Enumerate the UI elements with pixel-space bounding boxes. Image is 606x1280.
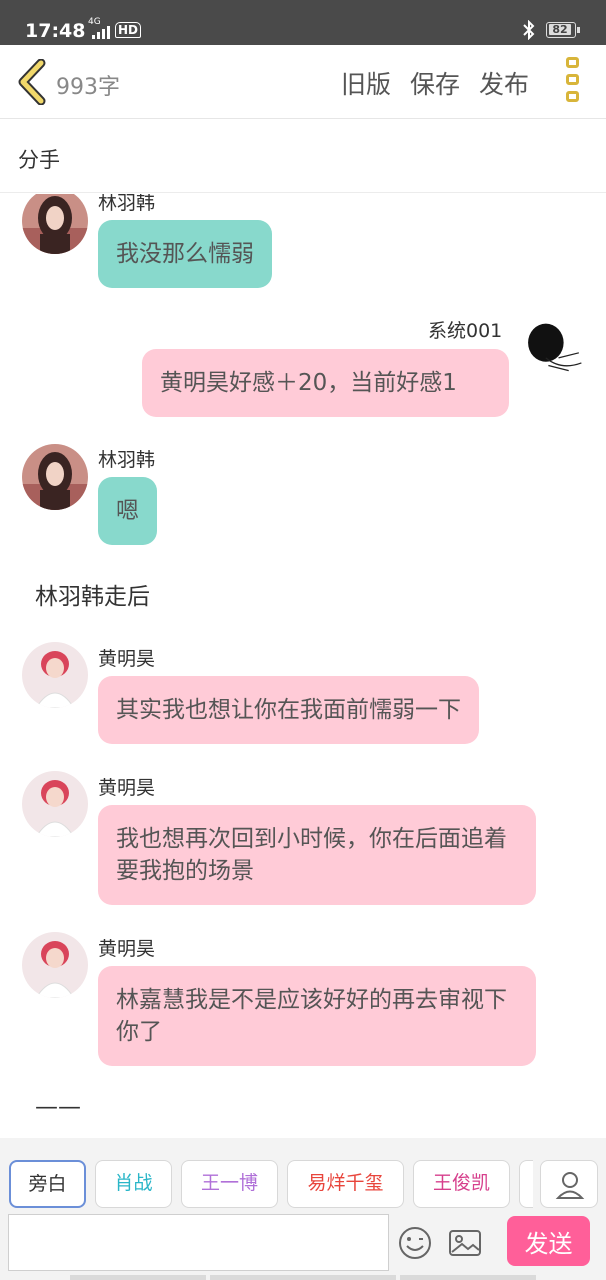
editor-top-bar: 993字 旧版 保存 发布 — [0, 45, 606, 119]
scroll-indicator — [400, 1275, 536, 1280]
character-chip[interactable]: 肖战 — [95, 1160, 172, 1208]
avatar-system — [523, 319, 589, 379]
sender-name: 黄明昊 — [98, 648, 156, 670]
publish-button[interactable]: 发布 — [479, 65, 529, 101]
battery-level: 82 — [549, 24, 571, 35]
message-bubble[interactable]: 黄明昊好感＋20，当前好感1 — [142, 349, 509, 417]
avatar-huangminghao — [22, 642, 88, 708]
character-chip[interactable]: 易烊千玺 — [287, 1160, 404, 1208]
bluetooth-icon — [523, 20, 535, 40]
message-bubble[interactable]: 林嘉慧我是不是应该好好的再去审视下你了 — [98, 966, 536, 1066]
character-chip[interactable]: 王俊凯 — [413, 1160, 510, 1208]
old-version-button[interactable]: 旧版 — [341, 65, 391, 101]
sender-name: 黄明昊 — [98, 777, 156, 799]
emoji-icon[interactable] — [398, 1226, 432, 1260]
add-character-button[interactable] — [540, 1160, 598, 1208]
message-bubble[interactable]: 其实我也想让你在我面前懦弱一下 — [98, 676, 479, 744]
sender-name: 林羽韩 — [98, 194, 156, 214]
user-icon — [555, 1172, 585, 1199]
narration-text[interactable]: —— — [35, 1094, 81, 1120]
message-bubble[interactable]: 我也想再次回到小时候，你在后面追着要我抱的场景 — [98, 805, 536, 905]
hd-badge: HD — [115, 22, 142, 38]
signal-icon — [92, 26, 110, 39]
sender-name: 林羽韩 — [98, 449, 156, 471]
character-chip[interactable]: 王一博 — [181, 1160, 278, 1208]
image-icon[interactable] — [448, 1226, 482, 1260]
word-count: 993字 — [56, 75, 120, 100]
sender-name: 系统001 — [428, 320, 503, 342]
battery-icon: 82 — [546, 22, 580, 38]
story-title[interactable]: 分手 — [18, 144, 60, 174]
composer-toolbar: 旁白 肖战 王一博 易烊千玺 王俊凯 发送 — [0, 1138, 606, 1280]
message-bubble[interactable]: 我没那么懦弱 — [98, 220, 272, 288]
story-title-bar: 分手 — [0, 119, 606, 193]
scroll-indicator — [70, 1275, 206, 1280]
back-arrow-icon[interactable] — [15, 59, 49, 105]
avatar-huangminghao — [22, 771, 88, 837]
character-chip-narrator[interactable]: 旁白 — [9, 1160, 86, 1208]
save-button[interactable]: 保存 — [410, 65, 460, 101]
status-bar: 17:48 4G HD 82 — [0, 0, 606, 45]
sender-name: 黄明昊 — [98, 938, 156, 960]
message-bubble[interactable]: 嗯 — [98, 477, 157, 545]
avatar-linyuhan — [22, 194, 88, 254]
chat-area[interactable]: 林羽韩 我没那么懦弱 系统001 黄明昊好感＋20，当前好感1 林羽韩 嗯 林羽… — [0, 194, 606, 1138]
character-chip-partial[interactable] — [519, 1160, 533, 1208]
send-button[interactable]: 发送 — [507, 1216, 590, 1266]
avatar-huangminghao — [22, 932, 88, 998]
status-time: 17:48 — [25, 20, 86, 42]
scroll-indicator — [210, 1275, 396, 1280]
avatar-linyuhan — [22, 444, 88, 510]
more-options-icon[interactable] — [562, 57, 584, 107]
narration-text[interactable]: 林羽韩走后 — [35, 577, 150, 611]
message-input[interactable] — [8, 1214, 389, 1271]
